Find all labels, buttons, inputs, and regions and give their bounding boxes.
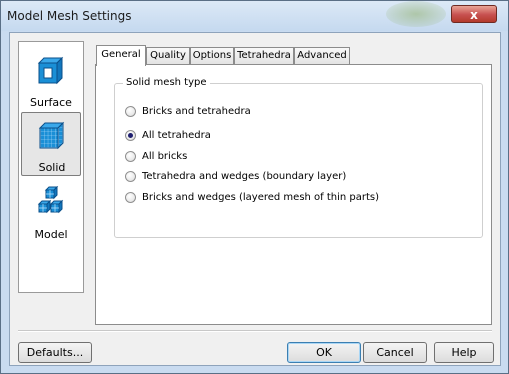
ok-button[interactable]: OK — [287, 342, 361, 363]
button-separator — [18, 330, 492, 332]
titlebar-glow — [386, 1, 446, 27]
sidebar-item-label: Surface — [30, 96, 72, 109]
title-bar[interactable]: Model Mesh Settings x — [1, 1, 508, 31]
close-button[interactable]: x — [451, 5, 497, 23]
sidebar-item-solid[interactable]: Solid — [21, 112, 81, 176]
tab-quality[interactable]: Quality — [146, 47, 190, 64]
sidebar-item-label: Model — [34, 228, 68, 241]
tab-options[interactable]: Options — [190, 47, 234, 64]
group-title: Solid mesh type — [123, 77, 210, 88]
sidebar-item-model[interactable]: Model — [21, 180, 81, 244]
tab-general[interactable]: General — [96, 45, 146, 66]
sidebar-item-surface[interactable]: Surface — [21, 48, 81, 112]
radio-button[interactable] — [125, 106, 136, 117]
radio-button[interactable] — [125, 192, 136, 203]
model-mesh-icon — [37, 186, 64, 214]
tab-advanced[interactable]: Advanced — [294, 47, 350, 64]
option-label: All tetrahedra — [142, 130, 211, 141]
tab-tetrahedra[interactable]: Tetrahedra — [234, 47, 294, 64]
cancel-button[interactable]: Cancel — [363, 342, 427, 363]
solid-mesh-icon — [38, 121, 65, 150]
defaults-button[interactable]: Defaults... — [18, 342, 92, 363]
surface-mesh-icon — [37, 56, 64, 85]
option-label: All bricks — [142, 151, 188, 162]
window-title: Model Mesh Settings — [7, 9, 132, 23]
option-label: Tetrahedra and wedges (boundary layer) — [142, 171, 347, 182]
sidebar-item-label: Solid — [38, 161, 66, 174]
help-button[interactable]: Help — [434, 342, 494, 363]
general-tab-panel: Solid mesh type Bricks and tetrahedra Al… — [95, 64, 492, 325]
solid-mesh-type-group: Solid mesh type Bricks and tetrahedra Al… — [114, 77, 483, 238]
option-label: Bricks and wedges (layered mesh of thin … — [142, 192, 380, 203]
close-icon: x — [470, 8, 478, 22]
dialog-body: Surface Solid Model General Quality Opti… — [9, 32, 501, 366]
model-mesh-settings-dialog: Model Mesh Settings x Surface Solid Mode… — [0, 0, 509, 374]
radio-button[interactable] — [125, 171, 136, 182]
radio-button-selected[interactable] — [125, 130, 136, 141]
mesh-category-sidebar: Surface Solid Model — [18, 41, 84, 293]
option-label: Bricks and tetrahedra — [142, 106, 251, 117]
radio-button[interactable] — [125, 151, 136, 162]
